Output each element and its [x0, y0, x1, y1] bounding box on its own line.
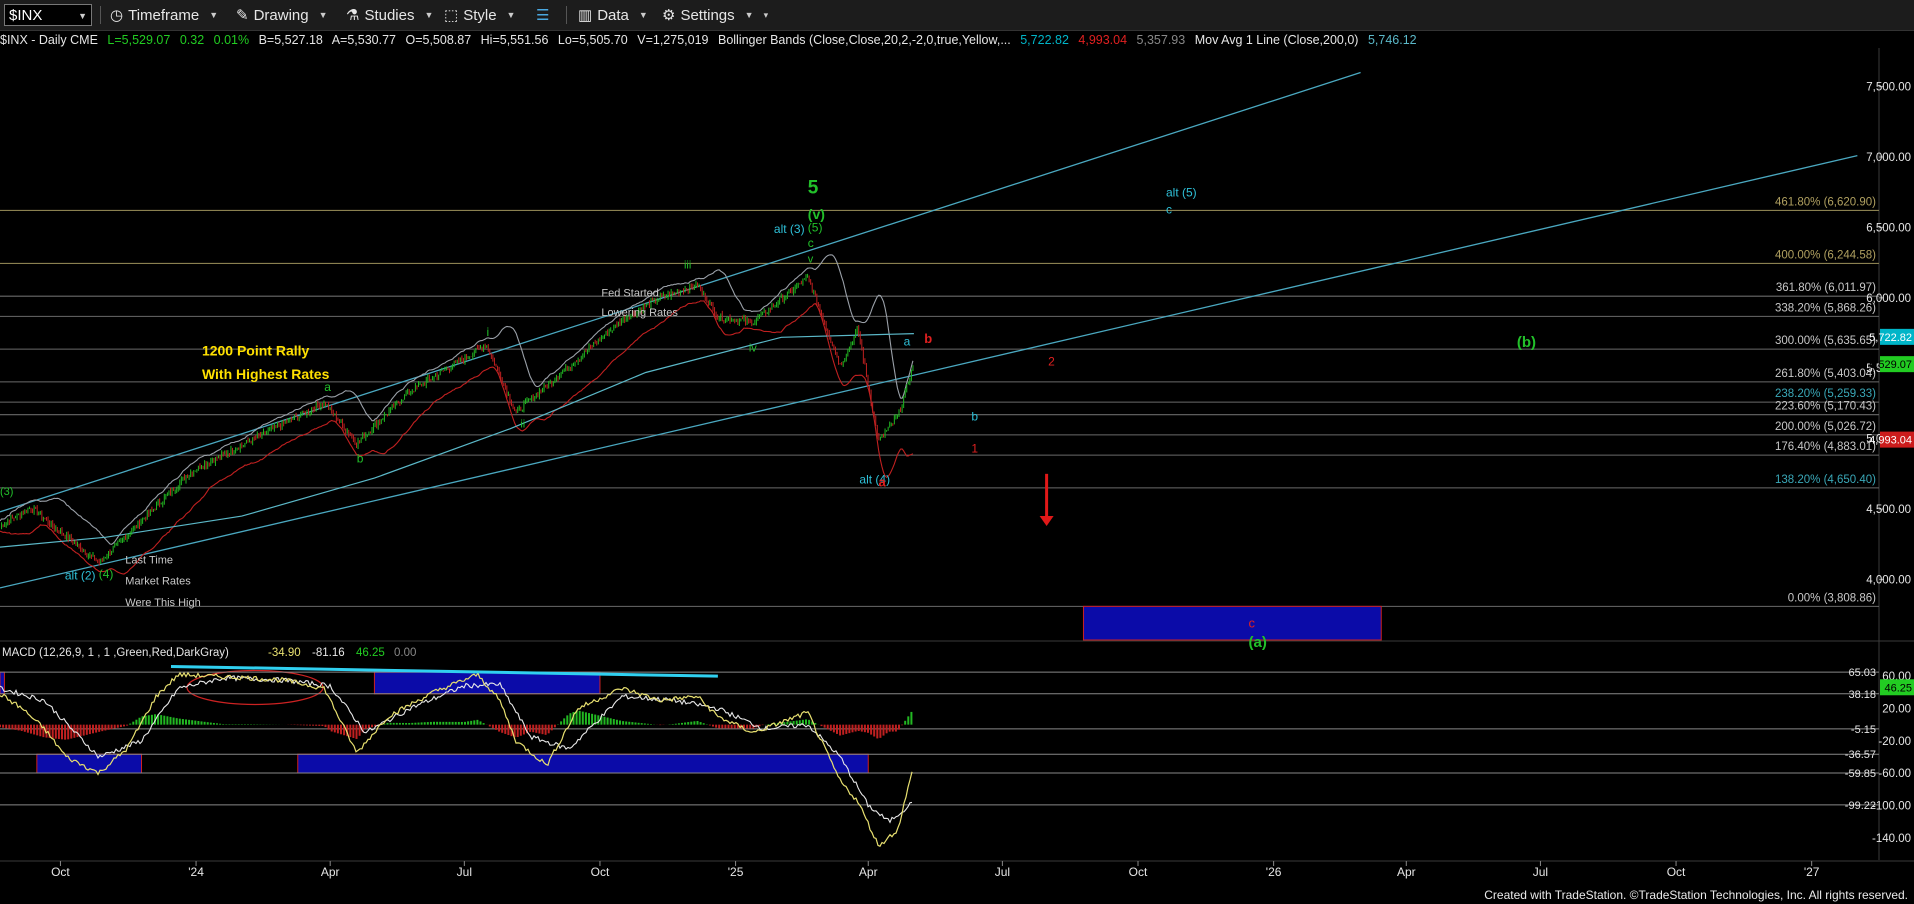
- wave-label: Last Time: [125, 554, 173, 566]
- macd-current-label: 46.25: [1884, 682, 1912, 694]
- price-bars: [1, 273, 914, 566]
- price-marker-label: 4,993.04: [1869, 435, 1912, 447]
- wave-label: a: [324, 380, 331, 394]
- macd-value: -81.16: [312, 647, 345, 659]
- wave-label: Lowering Rates: [601, 307, 678, 319]
- macd-highlight-box: [373, 671, 601, 695]
- time-axis-label: Oct: [1667, 865, 1686, 879]
- macd-level-label: 38.18: [1848, 689, 1876, 701]
- wave-label: i: [486, 325, 489, 339]
- price-axis-label: 4,500.00: [1866, 504, 1911, 516]
- macd-value: -34.90: [268, 647, 301, 659]
- time-axis-label: Oct: [1129, 865, 1148, 879]
- time-axis-label: '27: [1804, 865, 1820, 879]
- price-axis-label: 6,500.00: [1866, 222, 1911, 234]
- macd-highlight-box: [36, 753, 143, 774]
- wave-label: Market Rates: [125, 575, 191, 587]
- fib-level-label: 0.00% (3,808.86): [1788, 592, 1876, 604]
- wave-label: With Highest Rates: [202, 366, 330, 382]
- macd-level-label: 65.03: [1848, 667, 1876, 679]
- macd-label: MACD (12,26,9, 1 , 1 ,Green,Red,DarkGray…: [2, 647, 229, 659]
- price-marker-label: 5,722.82: [1869, 332, 1912, 344]
- wave-label: (4): [99, 567, 114, 581]
- fib-level-label: 400.00% (6,244.58): [1775, 249, 1876, 261]
- time-axis-label: '24: [188, 865, 204, 879]
- wave-label: (a): [1249, 634, 1267, 651]
- price-axis-label: 7,000.00: [1866, 152, 1911, 164]
- copyright-footer: Created with TradeStation. ©TradeStation…: [1484, 888, 1908, 902]
- bollinger-upper-band: [0, 254, 914, 545]
- fib-level-label: 300.00% (5,635.65): [1775, 335, 1876, 347]
- macd-axis-label: 20.00: [1882, 703, 1911, 715]
- price-axis-label: 4,000.00: [1866, 574, 1911, 586]
- fib-level-label: 238.20% (5,259.33): [1775, 388, 1876, 400]
- wave-label: iii: [684, 259, 691, 271]
- time-axis-label: Oct: [51, 865, 70, 879]
- wave-label: alt (3): [774, 222, 805, 236]
- time-axis-label: Jul: [1533, 865, 1548, 879]
- wave-label: v: [808, 254, 814, 266]
- macd-level-label: -36.57: [1845, 749, 1876, 761]
- fib-level-label: 200.00% (5,026.72): [1775, 421, 1876, 433]
- price-marker-label: 5,529.07: [1869, 359, 1912, 371]
- fib-level-label: 338.20% (5,868.26): [1775, 302, 1876, 314]
- wave-label: 1200 Point Rally: [202, 343, 310, 359]
- fib-level-label: 176.40% (4,883.01): [1775, 441, 1876, 453]
- wave-label: b: [357, 452, 364, 466]
- wave-label: 2: [1048, 354, 1055, 368]
- macd-axis-label: -100.00: [1872, 800, 1911, 812]
- macd-histogram: [0, 710, 913, 740]
- wave-label: Fed Started: [601, 287, 658, 299]
- wave-label: alt (2): [65, 568, 96, 582]
- wave-label: b: [924, 331, 932, 346]
- wave-label: b: [971, 409, 978, 423]
- macd-value: 0.00: [394, 647, 416, 659]
- time-axis-label: Apr: [1397, 865, 1416, 879]
- wave-label: a: [879, 475, 887, 490]
- macd-level-label: -5.15: [1851, 724, 1876, 736]
- time-axis-label: Apr: [859, 865, 878, 879]
- macd-highlight-box: [297, 753, 869, 774]
- wave-label: ii: [520, 418, 525, 430]
- macd-axis-label: -140.00: [1872, 833, 1911, 845]
- time-axis-label: Jul: [457, 865, 472, 879]
- fib-level-label: 261.80% (5,403.04): [1775, 368, 1876, 380]
- macd-axis-label: -20.00: [1878, 736, 1911, 748]
- wave-label: 5: [808, 178, 819, 199]
- fib-level-label: 138.20% (4,650.40): [1775, 474, 1876, 486]
- fib-level-label: 361.80% (6,011.97): [1776, 282, 1876, 294]
- macd-level-label: -59.85: [1845, 768, 1876, 780]
- fib-level-label: 461.80% (6,620.90): [1775, 196, 1876, 208]
- time-axis-label: '26: [1266, 865, 1282, 879]
- wave-label: alt (5): [1166, 185, 1197, 199]
- time-axis-label: '25: [728, 865, 744, 879]
- price-chart[interactable]: 461.80% (6,620.90) 400.00% (6,244.58) 361.…: [0, 0, 1914, 904]
- time-axis-label: Jul: [995, 865, 1010, 879]
- wave-label: 1: [971, 442, 978, 456]
- mov-avg-200-line: [0, 333, 914, 548]
- wave-label: c: [1166, 202, 1172, 216]
- price-axis-label: 6,000.00: [1866, 293, 1911, 305]
- wave-label: a: [904, 335, 911, 349]
- wave-label: c: [808, 236, 814, 250]
- price-axis-label: 7,500.00: [1866, 82, 1911, 94]
- wave-label: iv: [749, 342, 757, 354]
- wave-label: (b): [1517, 334, 1536, 351]
- bollinger-lower-band: [0, 300, 914, 575]
- down-arrow-icon: [1039, 515, 1054, 526]
- target-zone-box: [1082, 605, 1382, 641]
- wave-label: (5): [808, 221, 823, 235]
- wave-label: (v): [808, 206, 825, 222]
- time-axis-label: Oct: [591, 865, 610, 879]
- fib-level-label: 223.60% (5,170.43): [1775, 401, 1876, 413]
- macd-signal-line: [0, 674, 913, 824]
- wave-label: (3): [0, 486, 13, 498]
- macd-value: 46.25: [356, 647, 385, 659]
- time-axis-label: Apr: [321, 865, 340, 879]
- macd-axis-label: -60.00: [1878, 768, 1911, 780]
- wave-label: Were This High: [125, 597, 200, 609]
- wave-label: c: [1249, 615, 1256, 630]
